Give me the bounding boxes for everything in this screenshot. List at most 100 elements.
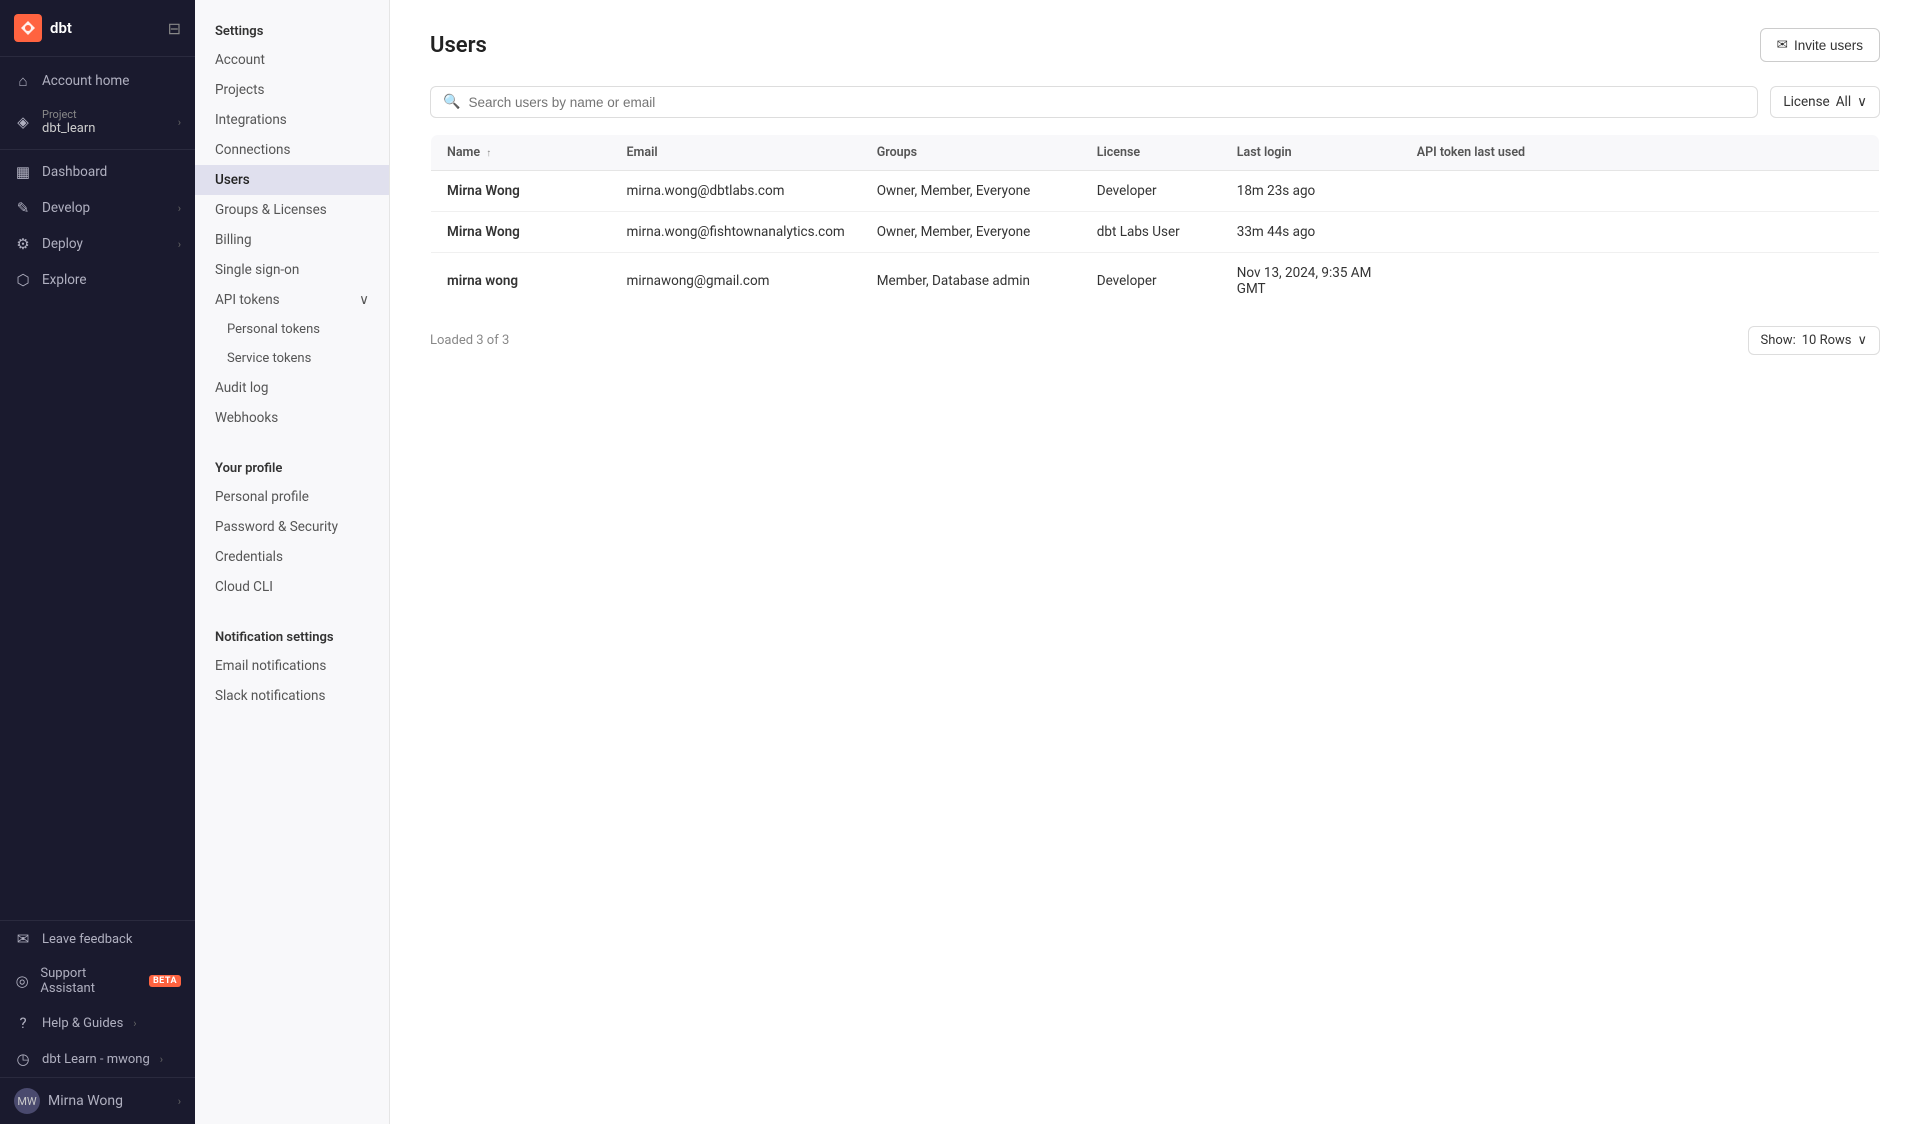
nav-user-item[interactable]: MW Mirna Wong › [0, 1077, 195, 1124]
deploy-chevron-icon: › [178, 238, 181, 251]
sidebar-item-personal-profile[interactable]: Personal profile [195, 482, 389, 512]
nav-support-assistant[interactable]: ◎ Support Assistant BETA [0, 957, 195, 1005]
nav-develop[interactable]: ✎ Develop › [0, 190, 195, 226]
col-header-groups: Groups [861, 135, 1081, 171]
sidebar-item-account[interactable]: Account [195, 45, 389, 75]
sidebar-item-users[interactable]: Users [195, 165, 389, 195]
users-table: Name ↑ Email Groups License Last login A… [430, 134, 1880, 310]
nav-dbt-learn[interactable]: ◷ dbt Learn - mwong › [0, 1041, 195, 1077]
nav-project-item[interactable]: ◈ Project dbt_learn › [0, 99, 195, 145]
home-icon: ⌂ [14, 72, 32, 90]
learn-chevron-icon: › [160, 1053, 163, 1066]
api-tokens-chevron-icon: ∨ [359, 292, 369, 308]
dbt-learn-label: dbt Learn - mwong [42, 1052, 150, 1067]
sidebar-item-projects[interactable]: Projects [195, 75, 389, 105]
user-name-label: Mirna Wong [48, 1093, 123, 1109]
nav-account-home-label: Account home [42, 73, 181, 89]
table-row[interactable]: Mirna Wong mirna.wong@fishtownanalytics.… [431, 212, 1880, 253]
develop-chevron-icon: › [178, 202, 181, 215]
develop-icon: ✎ [14, 199, 32, 217]
learn-icon: ◷ [14, 1050, 32, 1068]
name-sort-icon: ↑ [486, 148, 491, 159]
search-box: 🔍 [430, 86, 1758, 118]
sidebar-item-audit-log[interactable]: Audit log [195, 373, 389, 403]
invite-btn-label: Invite users [1794, 38, 1863, 53]
sidebar-item-password-security[interactable]: Password & Security [195, 512, 389, 542]
page-header: Users ✉ Invite users [430, 28, 1880, 62]
cell-last-login-2: Nov 13, 2024, 9:35 AM GMT [1221, 253, 1401, 310]
help-chevron-icon: › [133, 1017, 136, 1030]
nav-dashboard[interactable]: ▦ Dashboard [0, 154, 195, 190]
nav-bottom-section: ✉ Leave feedback ◎ Support Assistant BET… [0, 920, 195, 1124]
project-chevron-icon: › [178, 116, 181, 129]
col-header-name[interactable]: Name ↑ [431, 135, 611, 171]
sidebar-item-connections[interactable]: Connections [195, 135, 389, 165]
beta-badge: BETA [149, 975, 181, 987]
sidebar-item-cloud-cli[interactable]: Cloud CLI [195, 572, 389, 602]
users-table-body: Mirna Wong mirna.wong@dbtlabs.com Owner,… [431, 171, 1880, 310]
sidebar-item-single-sign-on[interactable]: Single sign-on [195, 255, 389, 285]
project-label: Project [42, 108, 168, 121]
table-footer: Loaded 3 of 3 Show: 10 Rows ∨ [430, 326, 1880, 355]
invite-users-button[interactable]: ✉ Invite users [1760, 28, 1880, 62]
nav-collapse-button[interactable]: ⊟ [168, 19, 181, 38]
nav-explore-label: Explore [42, 272, 181, 288]
col-header-api-token: API token last used [1401, 135, 1880, 171]
project-info: Project dbt_learn [42, 108, 168, 136]
sidebar-item-email-notifications[interactable]: Email notifications [195, 651, 389, 681]
sidebar-item-service-tokens[interactable]: Service tokens [195, 344, 389, 373]
cell-groups-1: Owner, Member, Everyone [861, 212, 1081, 253]
nav-leave-feedback[interactable]: ✉ Leave feedback [0, 921, 195, 957]
license-label: License [1783, 94, 1829, 110]
sidebar-item-personal-tokens[interactable]: Personal tokens [195, 315, 389, 344]
support-icon: ◎ [14, 972, 30, 990]
rows-value: 10 Rows [1802, 333, 1852, 348]
nav-dashboard-label: Dashboard [42, 164, 181, 180]
help-icon: ? [14, 1014, 32, 1032]
license-filter-dropdown[interactable]: License All ∨ [1770, 86, 1880, 118]
help-guides-label: Help & Guides [42, 1016, 123, 1031]
settings-heading: Settings [195, 16, 389, 45]
sidebar-item-billing[interactable]: Billing [195, 225, 389, 255]
nav-deploy[interactable]: ⚙ Deploy › [0, 226, 195, 262]
cell-last-login-0: 18m 23s ago [1221, 171, 1401, 212]
col-header-license: License [1081, 135, 1221, 171]
sidebar-item-api-tokens[interactable]: API tokens ∨ [195, 285, 389, 315]
table-row[interactable]: Mirna Wong mirna.wong@dbtlabs.com Owner,… [431, 171, 1880, 212]
nav-account-home[interactable]: ⌂ Account home [0, 63, 195, 99]
cell-groups-0: Owner, Member, Everyone [861, 171, 1081, 212]
explore-icon: ⬡ [14, 271, 32, 289]
cell-name-0: Mirna Wong [431, 171, 611, 212]
sidebar-item-integrations[interactable]: Integrations [195, 105, 389, 135]
table-row[interactable]: mirna wong mirnawong@gmail.com Member, D… [431, 253, 1880, 310]
invite-envelope-icon: ✉ [1777, 37, 1788, 53]
nav-help-guides[interactable]: ? Help & Guides › [0, 1005, 195, 1041]
nav-explore[interactable]: ⬡ Explore [0, 262, 195, 298]
sidebar-item-webhooks[interactable]: Webhooks [195, 403, 389, 433]
support-assistant-label: Support Assistant [40, 966, 135, 996]
user-avatar: MW [14, 1088, 40, 1114]
loaded-count-text: Loaded 3 of 3 [430, 333, 509, 348]
project-name: dbt_learn [42, 121, 168, 136]
search-icon: 🔍 [443, 94, 460, 110]
search-input[interactable] [468, 95, 1745, 110]
profile-section: Your profile Personal profile Password &… [195, 453, 389, 602]
nav-develop-label: Develop [42, 200, 168, 216]
sidebar-item-groups-licenses[interactable]: Groups & Licenses [195, 195, 389, 225]
leave-feedback-label: Leave feedback [42, 932, 132, 947]
license-value: All [1836, 94, 1851, 110]
license-chevron-icon: ∨ [1857, 94, 1867, 110]
notification-heading: Notification settings [195, 622, 389, 651]
sidebar-item-slack-notifications[interactable]: Slack notifications [195, 681, 389, 711]
dbt-logo-icon [14, 14, 42, 42]
deploy-icon: ⚙ [14, 235, 32, 253]
cell-license-0: Developer [1081, 171, 1221, 212]
table-header: Name ↑ Email Groups License Last login A… [431, 135, 1880, 171]
sidebar-item-credentials[interactable]: Credentials [195, 542, 389, 572]
cell-groups-2: Member, Database admin [861, 253, 1081, 310]
settings-sidebar: Settings Account Projects Integrations C… [195, 0, 390, 1124]
nav-logo-area: dbt ⊟ [0, 0, 195, 57]
rows-per-page-select[interactable]: Show: 10 Rows ∨ [1748, 326, 1880, 355]
cell-api-token-1 [1401, 212, 1880, 253]
cell-name-2: mirna wong [431, 253, 611, 310]
